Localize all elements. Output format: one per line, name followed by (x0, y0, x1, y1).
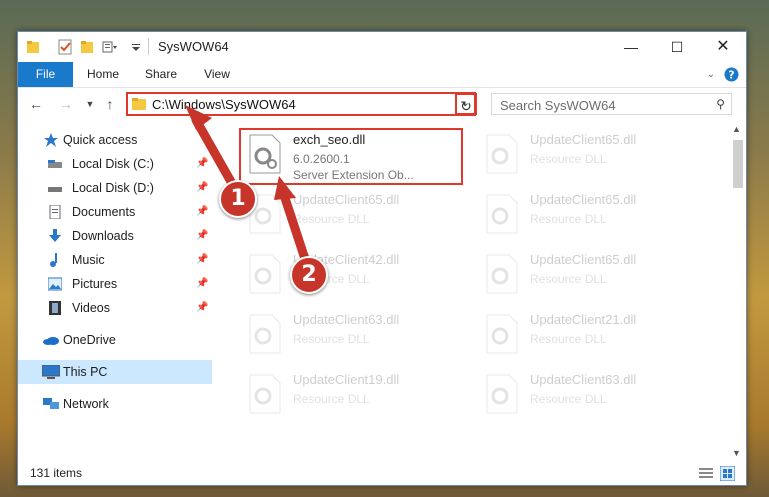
callout-arrowhead-2 (274, 176, 296, 200)
callout-arrowhead-1 (185, 105, 212, 130)
callout-badge-2: 2 (290, 256, 328, 294)
callout-badge-1: 1 (219, 180, 257, 218)
callout-arrow-2 (278, 187, 311, 267)
tutorial-arrows (185, 105, 311, 267)
